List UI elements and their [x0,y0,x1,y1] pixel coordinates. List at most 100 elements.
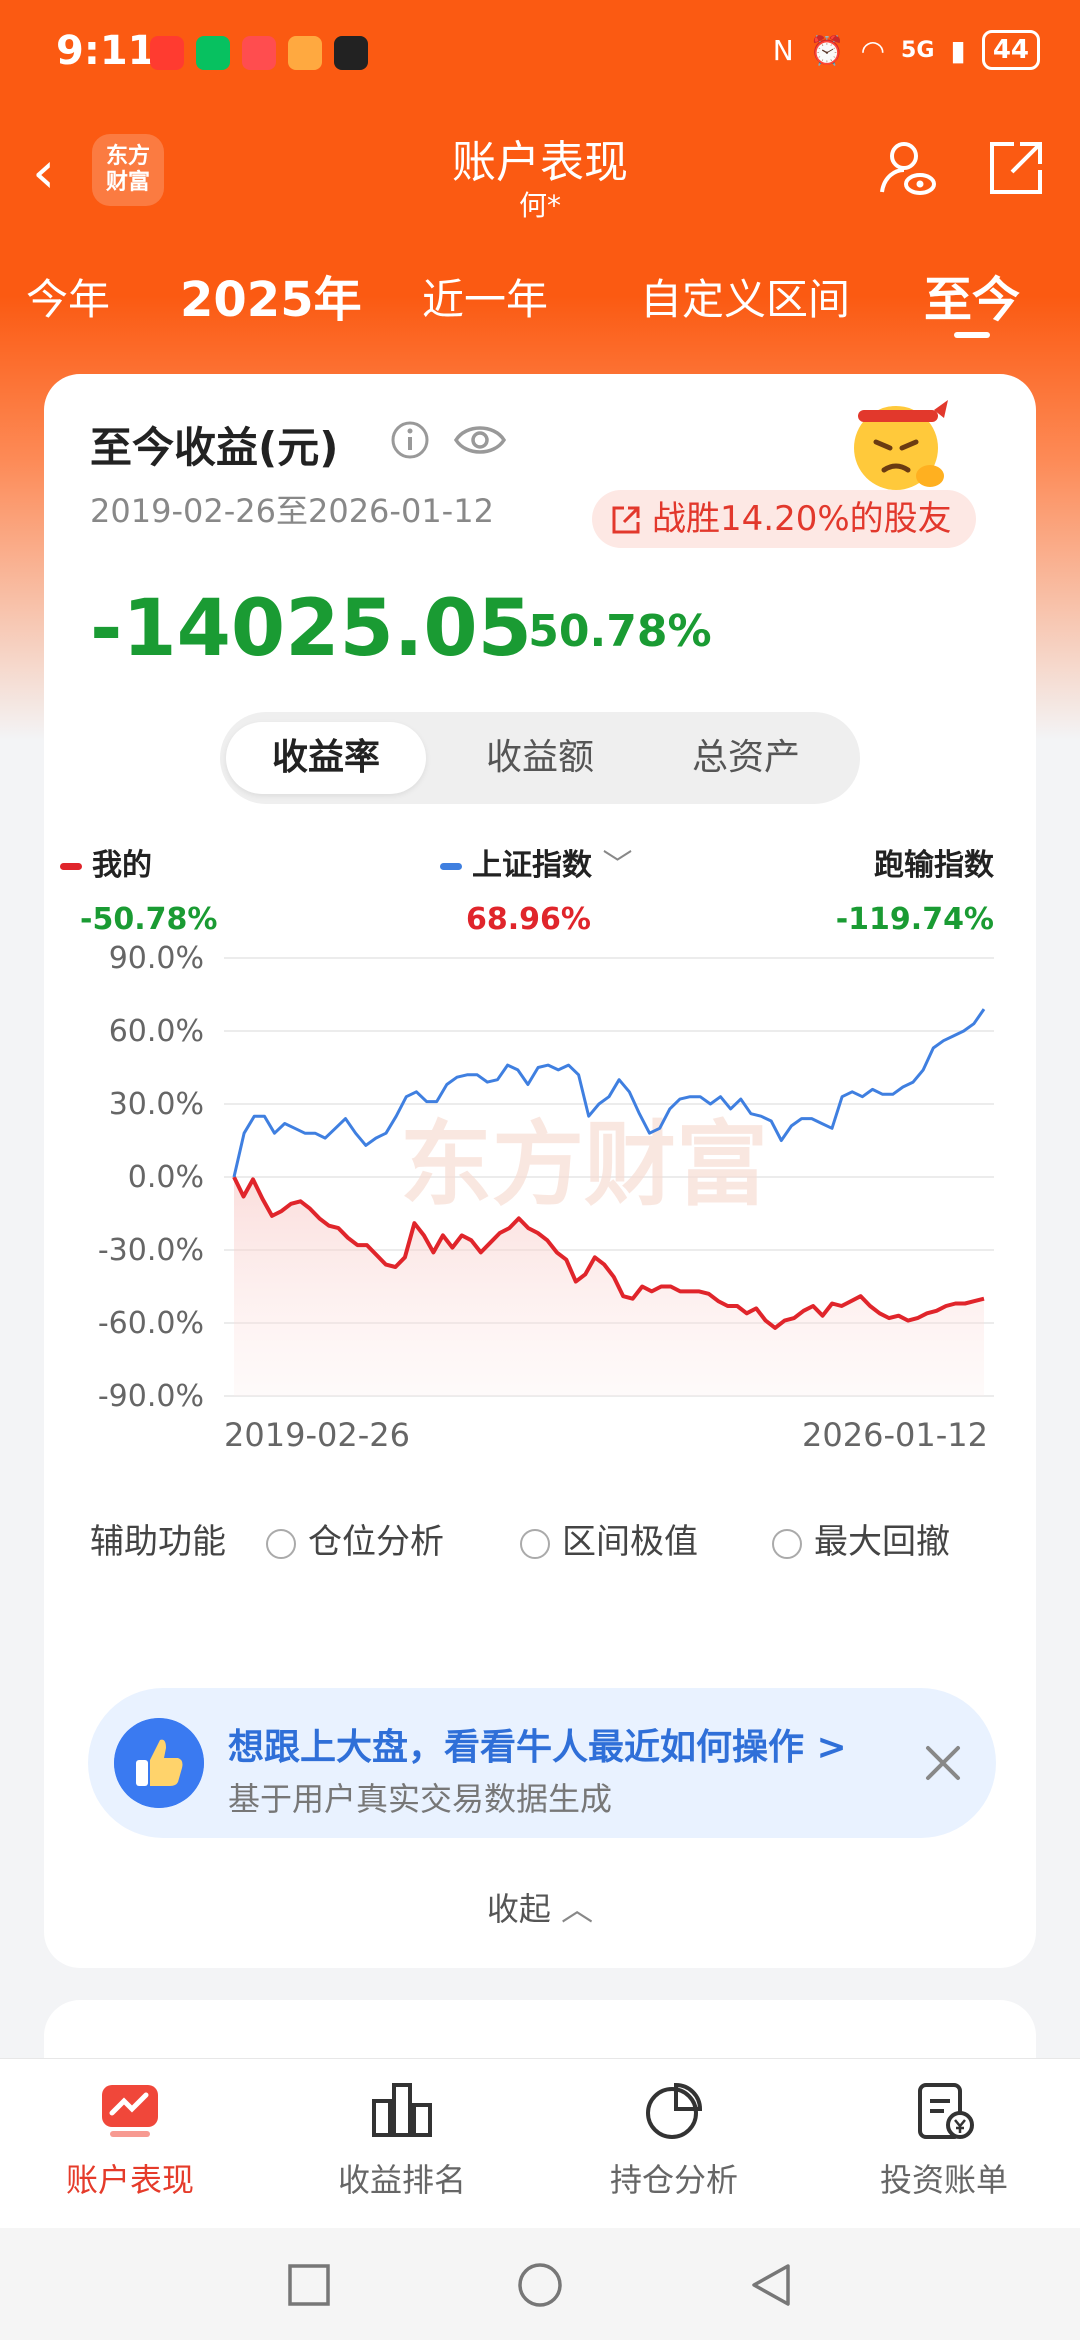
signal-icon: ▮ [950,33,966,67]
close-icon[interactable] [920,1740,966,1786]
tab-2025[interactable]: 2025年 [180,260,362,330]
bottom-nav: 账户表现 收益排名 持仓分析 投资账单 [0,2058,1080,2229]
radio-icon [772,1528,802,1559]
legend-mine-value: -50.78% [80,902,218,937]
segment-return-amount[interactable]: 收益额 [440,722,640,794]
nav-account-performance[interactable]: 账户表现 [30,2077,230,2201]
nav-account-performance-label: 账户表现 [65,2161,194,2199]
legend-underperform: 跑输指数 -119.74% [836,840,994,937]
option-range-extremes-label: 区间极值 [562,1522,698,1562]
legend-underperform-label: 跑输指数 [874,848,994,883]
tab-since-inception[interactable]: 至今 [924,260,1021,338]
alarm-icon: ⏰ [809,33,845,67]
bill-icon [918,2083,974,2139]
period-tabs: 今年 2025年 近一年 自定义区间 至今 [0,250,1080,350]
app-notification-icon [288,36,322,70]
promo-banner[interactable]: 想跟上大盘，看看牛人最近如何操作 > 基于用户真实交易数据生成 [88,1688,996,1838]
chart-y-tick-label: 60.0% [109,1014,204,1049]
segment-return-rate[interactable]: 收益率 [226,722,426,794]
segment-total-assets[interactable]: 总资产 [646,722,846,794]
nav-return-ranking[interactable]: 收益排名 [302,2077,502,2201]
option-position-analysis-label: 仓位分析 [308,1522,444,1562]
performance-card: 至今收益(元) 2019-02-26至2026-01-12 战胜14.20%的股… [44,374,1036,1968]
chart-x-start-label: 2019-02-26 [224,1416,410,1454]
eye-icon[interactable] [452,418,508,462]
collapse-button[interactable]: 收起 ︿ [44,1884,1036,1930]
app-notification-icon [150,36,184,70]
info-icon[interactable] [390,420,430,460]
option-max-drawdown-label: 最大回撤 [814,1522,950,1562]
total-profit-amount: -14025.05 [90,584,532,674]
chart-y-tick-label: -30.0% [98,1233,204,1268]
share-out-icon [612,506,640,534]
chart-y-tick-label: 0.0% [128,1160,204,1195]
option-range-extremes[interactable]: 区间极值 [520,1514,698,1563]
status-right: N ⏰ ◠ 5G ▮ 44 [773,30,1040,70]
promo-subtitle: 基于用户真实交易数据生成 [228,1780,613,1818]
recent-apps-icon[interactable] [284,2260,334,2310]
app-notification-icon [242,36,276,70]
collapse-label: 收起 [486,1890,551,1928]
legend-index-value: 68.96% [466,902,591,937]
notification-icons [150,36,368,70]
chevron-up-icon: ︿ [561,1890,594,1928]
chart-x-end-label: 2026-01-12 [802,1416,988,1454]
status-bar: 9:11 N ⏰ ◠ 5G ▮ 44 [0,0,1080,110]
tab-since-inception-label: 至今 [924,272,1021,328]
active-tab-indicator [954,332,990,338]
share-icon[interactable] [984,136,1048,200]
chart-y-tick-label: 90.0% [109,944,204,976]
tab-last-year[interactable]: 近一年 [422,266,548,327]
bar-chart-icon [372,2083,432,2137]
user-privacy-icon[interactable] [876,136,940,200]
legend-mine: 我的 -50.78% [60,840,217,937]
legend-index-swatch [440,863,462,870]
tab-this-year[interactable]: 今年 [26,266,110,327]
summary-title: 至今收益(元) [90,423,339,472]
wifi-icon: ◠ [860,33,886,67]
date-range: 2019-02-26至2026-01-12 [90,492,494,530]
thumbs-up-icon [114,1718,204,1808]
legend-index-label: 上证指数 [472,848,592,883]
watermark-logo-text: 东方财富 [400,1111,768,1218]
nav-holdings-analysis-label: 持仓分析 [609,2161,738,2199]
system-nav-bar [0,2228,1080,2340]
chart-y-tick-label: 30.0% [109,1087,204,1122]
nfc-icon: N [772,33,794,67]
tab-custom-range[interactable]: 自定义区间 [640,266,850,327]
back-nav-icon[interactable] [746,2260,796,2310]
radio-icon [520,1528,550,1559]
option-position-analysis[interactable]: 仓位分析 [266,1514,444,1563]
app-header: ‹ 东方 财富 账户表现 何* [0,120,1080,240]
total-profit-rate: -50.78% [510,606,712,657]
return-rate-chart[interactable]: 90.0% 60.0% 30.0% 0.0% -30.0% -60.0% -90.0% 东方财… [84,944,1024,1464]
chart-y-tick-label: -60.0% [98,1306,204,1341]
app-notification-icon [334,36,368,70]
beat-peers-badge[interactable]: 战胜14.20%的股友 [592,490,976,548]
nav-investment-bill[interactable]: 投资账单 [844,2077,1044,2201]
angry-emoji-icon [854,400,948,490]
aux-label: 辅助功能 [90,1522,226,1562]
nav-return-ranking-label: 收益排名 [337,2161,466,2199]
radio-icon [266,1528,296,1559]
battery-indicator: 44 [981,30,1040,70]
option-max-drawdown[interactable]: 最大回撤 [772,1514,950,1563]
promo-title: 想跟上大盘，看看牛人最近如何操作 > [228,1727,847,1768]
wechat-icon [196,36,230,70]
metric-segment-control: 收益率 收益额 总资产 [220,712,860,804]
nav-investment-bill-label: 投资账单 [879,2161,1008,2199]
legend-mine-label: 我的 [92,848,152,883]
nav-holdings-analysis[interactable]: 持仓分析 [574,2077,774,2201]
chart-y-tick-label: -90.0% [98,1379,204,1414]
beat-peers-text: 战胜14.20%的股友 [652,499,952,539]
status-time: 9:11 [56,28,156,74]
home-icon[interactable] [515,2260,565,2310]
pie-chart-icon [646,2082,703,2139]
network-label: 5G [901,37,935,63]
chevron-down-icon: ﹀ [602,848,633,883]
legend-underperform-value: -119.74% [835,902,994,937]
performance-chart-icon [102,2085,158,2137]
legend-index[interactable]: 上证指数 ﹀ 68.96% [440,840,632,937]
aux-functions: 辅助功能 仓位分析 区间极值 最大回撤 [90,1514,1010,1563]
legend-mine-swatch [60,863,82,870]
